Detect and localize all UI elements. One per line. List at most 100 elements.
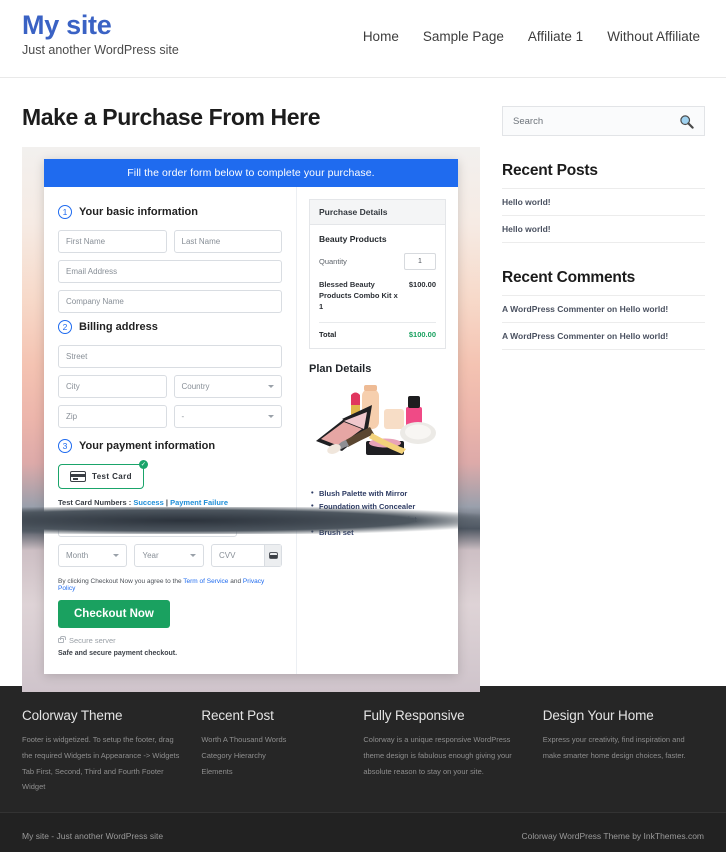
nav-item-sample-page[interactable]: Sample Page <box>423 29 504 44</box>
legal-prefix: By clicking Checkout Now you agree to th… <box>58 578 184 585</box>
check-icon: ✓ <box>138 460 148 469</box>
lock-icon <box>58 636 66 643</box>
order-total-row: Total $100.00 <box>319 330 436 339</box>
site-branding[interactable]: My site Just another WordPress site <box>22 0 179 57</box>
list-item[interactable]: Category Hierarchy <box>201 748 345 764</box>
primary-navigation: Home Sample Page Affiliate 1 Without Aff… <box>363 0 704 44</box>
form-banner: Fill the order form below to complete yo… <box>44 159 458 187</box>
list-item[interactable]: Worth A Thousand Words <box>201 732 345 748</box>
test-card-separator: | <box>165 498 168 507</box>
expiry-year-select[interactable]: Year <box>134 544 204 567</box>
purchase-details-box: Purchase Details Beauty Products Quantit… <box>309 199 446 349</box>
recent-posts-list: Hello world! Hello world! <box>502 188 705 243</box>
footer-column-design-your-home: Design Your Home Express your creativity… <box>543 708 704 794</box>
last-name-input[interactable]: Last Name <box>173 230 282 253</box>
main-content: Make a Purchase From Here Fill the order… <box>22 78 480 692</box>
footer-post-link[interactable]: Elements <box>201 767 232 776</box>
quantity-input[interactable]: 1 <box>404 253 436 270</box>
chevron-down-icon <box>113 554 120 557</box>
email-input[interactable]: Email Address <box>58 260 282 283</box>
footer-post-link[interactable]: Worth A Thousand Words <box>201 735 286 744</box>
street-input[interactable]: Street <box>58 345 282 368</box>
step-1-title: Your basic information <box>79 206 198 218</box>
recent-post-link[interactable]: Hello world! <box>502 224 551 234</box>
chevron-down-icon <box>189 554 196 557</box>
search-icon[interactable] <box>679 114 694 129</box>
secure-server-label: Secure server <box>69 636 116 645</box>
step-3-header: 3 Your payment information <box>58 439 282 453</box>
test-card-failure-link[interactable]: Payment Failure <box>170 498 228 507</box>
state-select[interactable]: - <box>173 405 282 428</box>
country-select[interactable]: Country <box>173 375 282 398</box>
total-label: Total <box>319 329 337 339</box>
footer-column-fully-responsive: Fully Responsive Colorway is a unique re… <box>363 708 524 794</box>
recent-comments-title: Recent Comments <box>502 269 636 286</box>
secure-server-row: Secure server <box>58 636 282 645</box>
site-tagline: Just another WordPress site <box>22 43 179 58</box>
step-2-number: 2 <box>58 320 72 334</box>
product-name: Beauty Products <box>319 234 387 244</box>
plan-feature-item: Blush Palette with Mirror <box>311 486 446 500</box>
recent-post-link[interactable]: Hello world! <box>502 197 551 207</box>
plan-feature-item: Foundation with Concealer <box>311 499 446 513</box>
list-item[interactable]: Hello world! <box>502 188 705 215</box>
list-item[interactable]: A WordPress Commenter on Hello world! <box>502 322 705 350</box>
step-1-number: 1 <box>58 205 72 219</box>
plan-feature-item: Brush set <box>311 525 446 539</box>
card-expiry-row: Month Year CVV <box>58 544 282 574</box>
quantity-label: Quantity <box>319 257 347 266</box>
footer-column-text: Colorway is a unique responsive WordPres… <box>363 735 512 776</box>
payment-method-test-card[interactable]: Test Card ✓ <box>58 460 148 489</box>
beauty-products-image <box>310 383 446 477</box>
nav-item-affiliate-1[interactable]: Affiliate 1 <box>528 29 583 44</box>
test-card-numbers-label: Test Card Numbers : <box>58 498 132 507</box>
company-name-input[interactable]: Company Name <box>58 290 282 313</box>
nav-item-home[interactable]: Home <box>363 29 399 44</box>
order-line-item: Blessed Beauty Products Combo Kit x 1 $1… <box>319 280 436 323</box>
credit-card-number-input[interactable]: Credit Card Number <box>58 514 238 537</box>
city-input[interactable]: City <box>58 375 167 398</box>
first-name-input[interactable]: First Name <box>58 230 167 253</box>
inkthemes-link[interactable]: Colorway WordPress Theme by InkThemes.co… <box>522 831 705 841</box>
copyright-left: My site - Just another WordPress site <box>22 830 164 841</box>
search-input[interactable]: Search <box>513 116 543 127</box>
checkout-now-button[interactable]: Checkout Now <box>58 600 170 628</box>
cvv-input[interactable]: CVV <box>210 544 282 567</box>
plan-features-list: Blush Palette with Mirror Foundation wit… <box>309 486 446 540</box>
card-back-icon <box>268 552 278 559</box>
nav-item-without-affiliate[interactable]: Without Affiliate <box>607 29 700 44</box>
zip-input[interactable]: Zip <box>58 405 167 428</box>
site-title[interactable]: My site <box>22 10 179 41</box>
list-item[interactable]: Hello world! <box>502 215 705 243</box>
list-item[interactable]: Elements <box>201 764 345 780</box>
purchase-details-column: Purchase Details Beauty Products Quantit… <box>297 187 458 674</box>
cvv-hint-icon[interactable] <box>264 545 281 566</box>
purchase-details-heading: Purchase Details <box>310 200 445 225</box>
step-3-title: Your payment information <box>79 440 216 452</box>
safe-checkout-note: Safe and secure payment checkout. <box>58 650 178 657</box>
line-item-price: $100.00 <box>408 280 436 289</box>
footer-post-link[interactable]: Category Hierarchy <box>201 751 266 760</box>
terms-of-service-link[interactable]: Term of Service <box>183 578 228 585</box>
recent-posts-title: Recent Posts <box>502 162 598 179</box>
step-2-header: 2 Billing address <box>58 320 282 334</box>
list-item[interactable]: A WordPress Commenter on Hello world! <box>502 295 705 322</box>
form-body: 1 Your basic information First Name Last… <box>44 187 458 674</box>
total-value: $100.00 <box>408 329 436 339</box>
step-3-number: 3 <box>58 439 72 453</box>
city-country-row: City Country <box>58 375 282 405</box>
line-item-description: Blessed Beauty Products Combo Kit x 1 <box>319 280 398 311</box>
sidebar: Search Recent Posts Hello world! Hello w… <box>502 78 705 686</box>
test-card-success-link[interactable]: Success <box>133 498 163 507</box>
search-widget[interactable]: Search <box>502 106 705 136</box>
step-1-header: 1 Your basic information <box>58 205 282 219</box>
step-2-title: Billing address <box>79 321 158 333</box>
copyright-right: Colorway WordPress Theme by InkThemes.co… <box>522 831 705 841</box>
expiry-month-select[interactable]: Month <box>58 544 128 567</box>
recent-comment-link[interactable]: A WordPress Commenter on Hello world! <box>502 331 668 341</box>
footer-column-text: Footer is widgetized. To setup the foote… <box>22 735 180 792</box>
zip-state-row: Zip - <box>58 405 282 435</box>
credit-card-icon <box>70 471 86 482</box>
order-form-column: 1 Your basic information First Name Last… <box>44 187 297 674</box>
recent-comment-link[interactable]: A WordPress Commenter on Hello world! <box>502 304 668 314</box>
